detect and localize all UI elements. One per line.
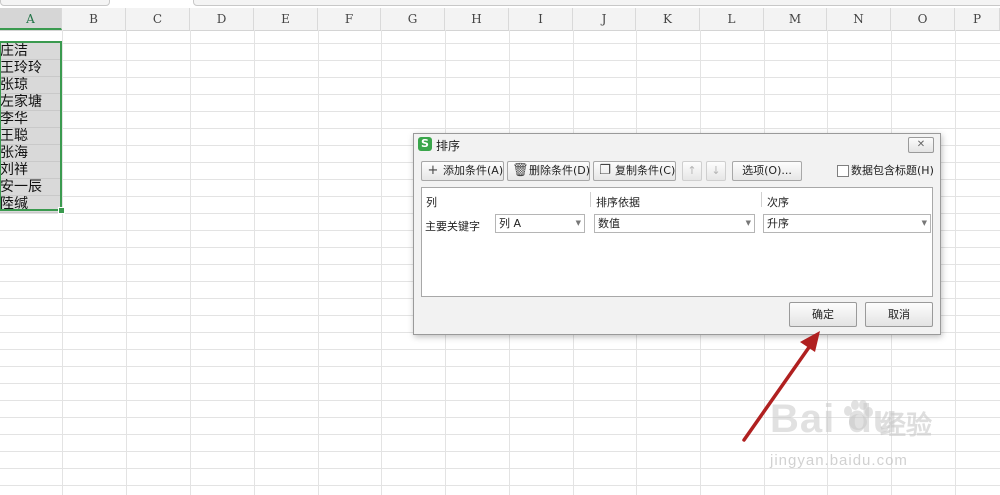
column-select-value: 列 A — [499, 217, 522, 230]
sort-conditions-list: 列 排序依据 次序 主要关键字 列 A ▼ 数值 ▼ 升序 ▼ — [421, 187, 933, 297]
gridline-horizontal — [0, 60, 1000, 61]
cell-a4[interactable]: 左家塘 — [0, 94, 62, 111]
column-header-p[interactable]: P — [955, 8, 1000, 30]
gridline-horizontal — [0, 383, 1000, 384]
arrow-up-icon: ↑ — [687, 164, 697, 177]
move-up-button[interactable]: ↑ — [682, 161, 702, 181]
dialog-titlebar[interactable]: S 排序 ✕ — [414, 134, 940, 156]
gridline-vertical — [955, 30, 956, 495]
toolbar-edge — [0, 0, 110, 6]
cell-a9[interactable]: 安一辰 — [0, 179, 62, 196]
header-separator — [761, 192, 762, 207]
chevron-down-icon: ▼ — [921, 219, 927, 227]
ok-button[interactable]: 确定 — [789, 302, 857, 327]
sort-on-select[interactable]: 数值 ▼ — [594, 214, 755, 233]
gridline-vertical — [318, 30, 319, 495]
column-header-j[interactable]: J — [573, 8, 636, 30]
cell-a3[interactable]: 张琼 — [0, 77, 62, 94]
column-header-a[interactable]: A — [0, 8, 62, 30]
fill-handle[interactable] — [58, 207, 65, 214]
column-header-h[interactable]: H — [445, 8, 509, 30]
copy-condition-button[interactable]: ❐ 复制条件(C) — [593, 161, 676, 181]
cell-a5[interactable]: 李华 — [0, 111, 62, 128]
top-strip — [0, 0, 1000, 8]
gridline-horizontal — [0, 94, 1000, 95]
watermark-text: 经验 — [880, 411, 933, 441]
chevron-down-icon: ▼ — [745, 219, 751, 227]
trash-icon: 🗑 — [512, 163, 529, 178]
add-condition-button[interactable]: + 添加条件(A) — [421, 161, 504, 181]
wps-logo-icon: S — [418, 137, 432, 151]
gridline-vertical — [62, 30, 63, 495]
close-button[interactable]: ✕ — [908, 137, 934, 153]
cell-a10[interactable]: 陸缄 — [0, 196, 62, 213]
column-header-m[interactable]: M — [764, 8, 827, 30]
gridline-horizontal — [0, 366, 1000, 367]
gridline-horizontal — [0, 349, 1000, 350]
column-header-d[interactable]: D — [190, 8, 254, 30]
column-header-f[interactable]: F — [318, 8, 381, 30]
sort-on-select-value: 数值 — [598, 217, 620, 230]
column-header-b[interactable]: B — [62, 8, 126, 30]
sort-dialog: S 排序 ✕ + 添加条件(A) 🗑删除条件(D) ❐ 复制条件(C) ↑ ↓ 选项… — [413, 133, 941, 335]
column-header-n[interactable]: N — [827, 8, 891, 30]
cell-a7[interactable]: 张海 — [0, 145, 62, 162]
header-separator — [590, 192, 591, 207]
cell-a2[interactable]: 王玲玲 — [0, 60, 62, 77]
sort-on-header-label: 排序依据 — [596, 196, 640, 209]
order-select[interactable]: 升序 ▼ — [763, 214, 931, 233]
cell-a1[interactable]: 庄洁 — [0, 43, 62, 60]
plus-icon: + — [427, 163, 439, 178]
gridline-horizontal — [0, 77, 1000, 78]
dialog-title: 排序 — [436, 139, 461, 153]
move-down-button[interactable]: ↓ — [706, 161, 726, 181]
add-condition-label: 添加条件(A) — [443, 164, 504, 177]
gridline-horizontal — [0, 111, 1000, 112]
header-checkbox[interactable] — [837, 165, 849, 177]
gridline-vertical — [254, 30, 255, 495]
paw-icon — [844, 400, 873, 430]
column-header-k[interactable]: K — [636, 8, 700, 30]
gridline-vertical — [381, 30, 382, 495]
delete-condition-button[interactable]: 🗑删除条件(D) — [507, 161, 590, 181]
cell-a6[interactable]: 王聪 — [0, 128, 62, 145]
gridline-vertical — [126, 30, 127, 495]
copy-condition-label: 复制条件(C) — [615, 164, 676, 177]
formula-bar-edge — [193, 0, 1000, 6]
column-header-i[interactable]: I — [509, 8, 573, 30]
column-header-g[interactable]: G — [381, 8, 445, 30]
column-header-label: 列 — [426, 196, 437, 209]
column-select[interactable]: 列 A ▼ — [495, 214, 585, 233]
gridline-horizontal — [0, 128, 1000, 129]
arrow-down-icon: ↓ — [711, 164, 721, 177]
column-header-e[interactable]: E — [254, 8, 318, 30]
delete-condition-label: 删除条件(D) — [529, 164, 591, 177]
order-select-value: 升序 — [767, 217, 789, 230]
column-header-l[interactable]: L — [700, 8, 764, 30]
options-button[interactable]: 选项(O)... — [732, 161, 802, 181]
column-headers: A B C D E F G H I J K L M N O P — [0, 8, 1000, 31]
watermark-url: jingyan.baidu.com — [770, 452, 908, 469]
column-header-c[interactable]: C — [126, 8, 190, 30]
copy-icon: ❐ — [599, 163, 611, 178]
gridline-horizontal — [0, 43, 1000, 44]
watermark-logo: Bai du — [770, 397, 899, 441]
primary-key-label: 主要关键字 — [425, 220, 480, 233]
cancel-button[interactable]: 取消 — [865, 302, 933, 327]
order-header-label: 次序 — [767, 196, 789, 209]
column-header-o[interactable]: O — [891, 8, 955, 30]
chevron-down-icon: ▼ — [575, 219, 581, 227]
cell-a8[interactable]: 刘祥 — [0, 162, 62, 179]
gridline-horizontal — [0, 485, 1000, 486]
gridline-vertical — [190, 30, 191, 495]
header-checkbox-label[interactable]: 数据包含标题(H) — [851, 162, 934, 178]
